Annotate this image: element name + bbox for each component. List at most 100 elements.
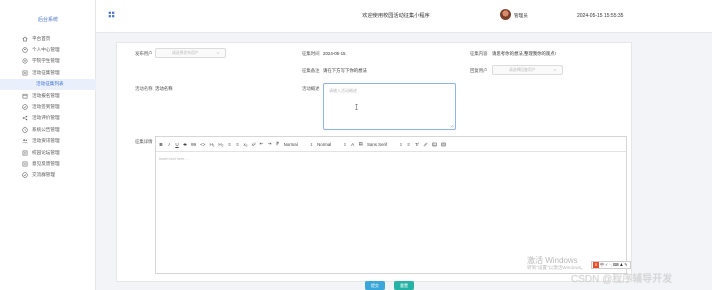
submit-button[interactable]: 提交 (365, 281, 385, 290)
ime-toolbar[interactable]: S 中 ✓ ·, ⌨ ♟ ✎ (591, 261, 631, 269)
header1-button[interactable]: H₁ (210, 142, 215, 147)
reset-button-label: 重置 (400, 282, 408, 288)
background-color-button[interactable]: ▤ (359, 141, 363, 147)
chevron-down-icon (216, 51, 220, 55)
image-icon[interactable] (432, 142, 437, 147)
calendar-icon (22, 93, 28, 99)
sidebar-item-chat-group[interactable]: 交流群管理 (0, 170, 96, 181)
sidebar-item-signup[interactable]: 活动报名管理 (0, 90, 96, 101)
code-block-button[interactable]: <> (200, 142, 205, 147)
indent-button[interactable]: ⇥ (268, 141, 272, 147)
ime-punct-icon[interactable]: ·, (609, 262, 611, 268)
chevron-down-icon: ⇕ (399, 141, 403, 147)
outdent-button[interactable]: ⇤ (260, 141, 264, 147)
italic-button[interactable]: I (167, 142, 171, 147)
ime-logo-icon[interactable]: S (593, 262, 599, 268)
editor-toolbar: B I U S 99 <> H₁ H₂ ≡ ≡ x₂ x² ⇤ ⇥ ⁋ Norm… (156, 137, 626, 152)
sidebar-item-checkin[interactable]: 活动签到管理 (0, 101, 96, 112)
publisher-select[interactable]: 请选择发布用户 (155, 48, 226, 58)
ime-tools-icon[interactable]: ✎ (624, 262, 627, 268)
publisher-label: 发布用户 (135, 51, 153, 56)
font-select[interactable]: Sans Serif ⇕ (367, 142, 403, 147)
link-icon[interactable] (423, 142, 428, 147)
reply-label: 征集内容 (470, 51, 488, 56)
windows-activate-title: 激活 Windows (527, 256, 578, 265)
details-label: 征集详情 (135, 139, 153, 144)
sidebar-item-label: 学院学生管理 (32, 58, 60, 64)
publish-time-label: 征集时间 (302, 51, 320, 56)
form-card: 发布用户 请选择发布用户 征集时间 2024-05-15 征集内容 请思考你的想… (116, 42, 632, 290)
activity-name-value[interactable]: 活动名称 (155, 86, 173, 92)
underline-button[interactable]: U (175, 142, 179, 147)
reset-button[interactable]: 重置 (394, 281, 414, 290)
align-button[interactable]: ≡ (407, 142, 411, 147)
sidebar-item-feedback[interactable]: 意见反馈管理 (0, 158, 96, 169)
ime-mode[interactable]: 中 (600, 262, 604, 268)
chevron-down-icon: ⇕ (309, 141, 314, 147)
summary-label: 活动概述 (302, 86, 320, 91)
forum-icon (22, 150, 28, 156)
header-select[interactable]: Normal ⇕ (317, 142, 347, 147)
feedback-icon (22, 161, 28, 167)
size-select-value: Normal (283, 141, 298, 147)
people-icon (22, 138, 28, 144)
summary-placeholder: 请输入活动概述 (329, 88, 357, 93)
resize-handle-icon[interactable] (450, 124, 454, 128)
publish-time-value: 2024-05-15 (323, 51, 346, 56)
chat-icon (22, 172, 28, 179)
menu-toggle-icon[interactable] (108, 11, 115, 18)
bold-button[interactable]: B (159, 142, 163, 147)
text-color-button[interactable]: A (351, 142, 355, 147)
sidebar-item-collection[interactable]: 活动征集管理 (0, 67, 96, 78)
ordered-list-button[interactable]: ≡ (227, 142, 231, 147)
sidebar-item-forum[interactable]: 校园论坛管理 (0, 147, 96, 158)
keyboard-icon[interactable]: ⌨ (613, 262, 619, 268)
ime-skin-icon[interactable]: ♟ (620, 262, 624, 268)
current-datetime: 2024-05-15 15:55:35 (577, 13, 624, 19)
superscript-button[interactable]: x² (252, 142, 256, 147)
top-bar: 欢迎使用校园活动征集小程序 管理员 2024-05-15 15:55:35 (96, 0, 712, 33)
checkin-icon (22, 104, 28, 110)
brand-title: 后台系统 (37, 17, 58, 23)
text-direction-button[interactable]: ⁋ (276, 141, 280, 147)
header-select-value: Normal (317, 141, 332, 147)
document-icon (22, 70, 28, 76)
size-select[interactable]: Normal ⇕ (284, 142, 314, 147)
chevron-down-icon (553, 68, 557, 72)
blockquote-button[interactable]: 99 (191, 142, 196, 147)
header2-button[interactable]: H₂ (218, 142, 223, 147)
sidebar: 后台系统 平台首页 个人中心管理 学院学生管理 活动征集管理 活动征集列表 活动… (0, 0, 96, 290)
sidebar-item-label: 意见反馈管理 (32, 160, 60, 166)
clean-format-button[interactable]: T̸ (415, 142, 419, 147)
font-select-value: Sans Serif (366, 141, 388, 147)
chevron-down-icon: ⇕ (343, 141, 347, 147)
sidebar-item-collection-list[interactable]: 活动征集列表 (0, 78, 96, 90)
avatar[interactable] (500, 9, 511, 20)
sidebar-item-news[interactable]: 活动资讯管理 (0, 136, 96, 147)
sidebar-item-home[interactable]: 平台首页 (0, 33, 96, 44)
sidebar-item-label: 活动征集列表 (36, 81, 64, 87)
subscript-button[interactable]: x₂ (243, 142, 247, 147)
bullet-list-button[interactable]: ≡ (235, 142, 239, 147)
sidebar-item-label: 活动评价管理 (32, 115, 60, 121)
summary-textarea[interactable]: 请输入活动概述 (323, 83, 456, 130)
rich-text-editor: B I U S 99 <> H₁ H₂ ≡ ≡ x₂ x² ⇤ ⇥ ⁋ Norm… (155, 136, 627, 274)
sidebar-item-notice[interactable]: 系统公告管理 (0, 124, 96, 135)
reply-user-label: 回复用户 (470, 68, 488, 73)
editor-body[interactable]: Insert text here ... (156, 152, 626, 166)
publisher-placeholder: 请选择发布用户 (172, 50, 199, 55)
sidebar-item-evaluation[interactable]: 活动评价管理 (0, 113, 96, 124)
ime-pen-icon[interactable]: ✓ (605, 262, 608, 268)
activity-name-label: 活动名称 (135, 86, 153, 91)
video-icon[interactable] (441, 142, 446, 147)
strike-button[interactable]: S (183, 142, 187, 147)
text-cursor-icon (355, 104, 358, 110)
sidebar-item-profile[interactable]: 个人中心管理 (0, 44, 96, 55)
sidebar-item-label: 活动征集管理 (32, 69, 60, 75)
username[interactable]: 管理员 (514, 13, 528, 19)
sidebar-item-students[interactable]: 学院学生管理 (0, 56, 96, 67)
submit-button-label: 提交 (371, 282, 379, 288)
reply-user-select[interactable]: 请选择回复用户 (492, 65, 563, 75)
sidebar-menu: 平台首页 个人中心管理 学院学生管理 活动征集管理 活动征集列表 活动报名管理 … (0, 33, 96, 181)
sidebar-item-label: 系统公告管理 (32, 126, 60, 132)
